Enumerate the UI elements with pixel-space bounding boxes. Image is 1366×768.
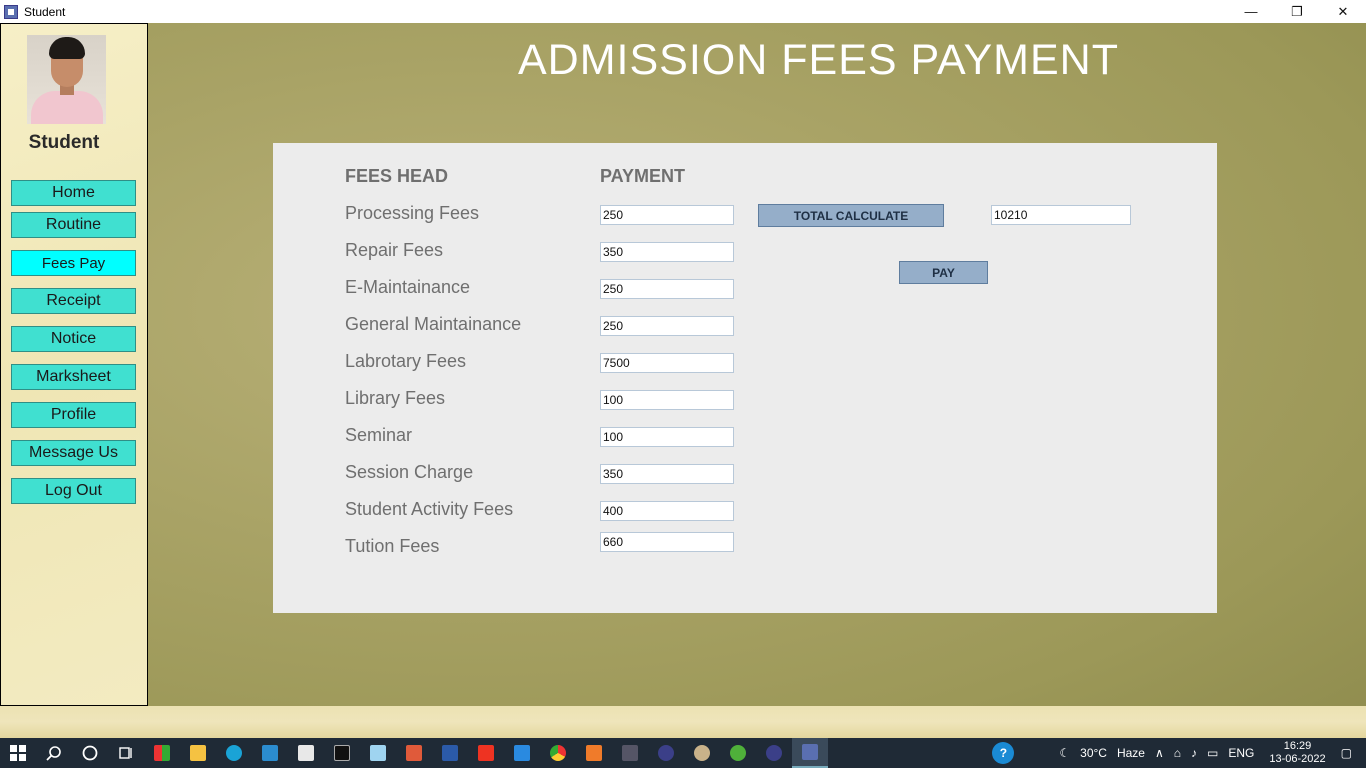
sidebar-item-marksheet[interactable]: Marksheet [11,364,136,390]
fee-label-e-maintainance: E-Maintainance [345,277,471,297]
fee-input-labrotary[interactable]: 7500 [600,353,734,373]
paint-icon[interactable] [684,738,720,768]
sidebar-item-profile[interactable]: Profile [11,402,136,428]
fee-label-student-activity: Student Activity Fees [345,499,514,519]
sidebar: Student Home Routine Fees Pay Receipt No… [0,23,148,706]
eclipse-icon[interactable] [648,738,684,768]
clock-time: 16:29 [1283,740,1312,752]
command-prompt-icon[interactable] [324,738,360,768]
fee-input-e-maintainance[interactable]: 250 [600,279,734,299]
utorrent-icon[interactable] [720,738,756,768]
youtube-icon[interactable] [468,738,504,768]
fee-label-session-charge: Session Charge [345,462,474,482]
sidebar-item-receipt[interactable]: Receipt [11,288,136,314]
sidebar-item-notice[interactable]: Notice [11,326,136,352]
column-header-payment: PAYMENT [600,166,686,186]
mail-icon[interactable] [288,738,324,768]
fee-label-labrotary: Labrotary Fees [345,351,467,371]
page-title: ADMISSION FEES PAYMENT [518,36,1119,84]
restore-button[interactable]: ❐ [1274,0,1320,23]
user-label: Student [28,132,100,153]
total-amount-field[interactable]: 10210 [991,205,1131,225]
notification-icon[interactable]: ▢ [1341,746,1352,760]
avatar [27,35,106,124]
eclipse-icon-2[interactable] [756,738,792,768]
weather-icon[interactable]: ☾ [1059,746,1070,760]
fee-input-seminar[interactable]: 100 [600,427,734,447]
fee-label-general-maintainance: General Maintainance [345,314,522,334]
word-icon[interactable] [432,738,468,768]
fee-input-session-charge[interactable]: 350 [600,464,734,484]
clock-date: 13-06-2022 [1269,753,1326,765]
sidebar-item-fees-pay[interactable]: Fees Pay [11,250,136,276]
fee-input-general-maintainance[interactable]: 250 [600,316,734,336]
edge-browser-icon[interactable] [216,738,252,768]
sidebar-item-log-out[interactable]: Log Out [11,478,136,504]
fee-label-repair: Repair Fees [345,240,444,260]
volume-icon[interactable]: ♪ [1191,746,1197,760]
search-icon[interactable] [36,738,72,768]
cortana-icon[interactable] [72,738,108,768]
photos-app-icon[interactable] [144,738,180,768]
windows-start-icon[interactable] [0,738,36,768]
window-controls: — ❐ ✕ [1228,0,1366,23]
chrome-icon[interactable] [540,738,576,768]
xampp-icon[interactable] [576,738,612,768]
weather-desc[interactable]: Haze [1117,746,1145,760]
weather-temp[interactable]: 30°C [1080,746,1107,760]
sidebar-item-routine[interactable]: Routine [11,212,136,238]
vscode-icon[interactable] [504,738,540,768]
clock[interactable]: 16:29 13-06-2022 [1269,740,1325,766]
fee-label-processing: Processing Fees [345,203,480,223]
fees-panel: FEES HEAD PAYMENT Processing Fees 250 Re… [273,143,1217,613]
window-title: Student [24,4,66,19]
sidebar-item-home[interactable]: Home [11,180,136,206]
window-titlebar: Student — ❐ ✕ [0,0,1366,23]
fee-label-seminar: Seminar [345,425,413,445]
total-calculate-button[interactable]: TOTAL CALCULATE [758,204,944,227]
pay-button[interactable]: PAY [899,261,988,284]
fee-input-student-activity[interactable]: 400 [600,501,734,521]
task-view-icon[interactable] [108,738,144,768]
battery-icon[interactable]: ▭ [1207,746,1218,760]
close-button[interactable]: ✕ [1320,0,1366,23]
app-icon [4,4,18,19]
fee-input-library[interactable]: 100 [600,390,734,410]
network-icon[interactable]: ⌂ [1174,746,1181,760]
help-icon[interactable]: ? [992,742,1015,764]
taskbar: ? ☾ 30°C Haze ∧ ⌂ ♪ ▭ ENG 16:29 13-06-20… [0,738,1366,768]
bottom-strip [0,706,1366,738]
language-indicator[interactable]: ENG [1228,746,1254,760]
remote-desktop-icon[interactable] [252,738,288,768]
app-icon-generic[interactable] [612,738,648,768]
chevron-up-icon[interactable]: ∧ [1155,746,1164,760]
sidebar-item-message-us[interactable]: Message Us [11,440,136,466]
system-tray: ? ☾ 30°C Haze ∧ ⌂ ♪ ▭ ENG 16:29 13-06-20… [987,738,1366,768]
notepad-icon[interactable] [360,738,396,768]
pdf-reader-icon[interactable] [396,738,432,768]
fee-label-tution: Tution Fees [345,536,440,556]
fee-label-library: Library Fees [345,388,446,408]
fee-input-tution[interactable]: 660 [600,532,734,552]
fee-input-processing[interactable]: 250 [600,205,734,225]
column-header-fees-head: FEES HEAD [345,166,449,186]
file-explorer-icon[interactable] [180,738,216,768]
minimize-button[interactable]: — [1228,0,1274,23]
java-app-icon[interactable] [792,738,828,768]
fee-input-repair[interactable]: 350 [600,242,734,262]
